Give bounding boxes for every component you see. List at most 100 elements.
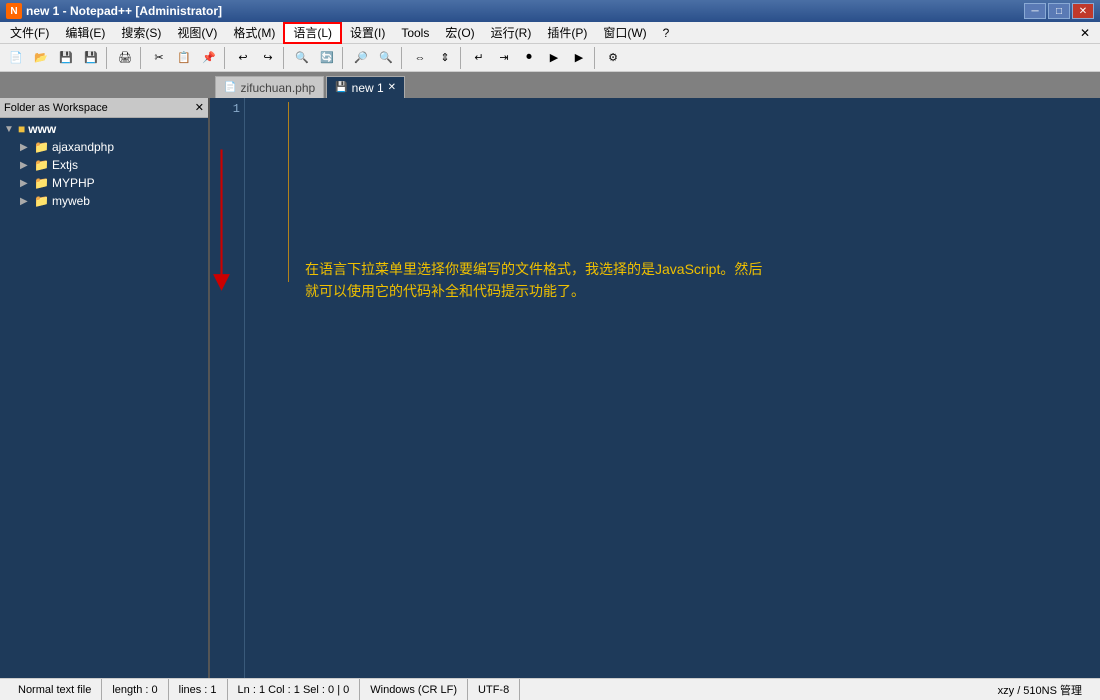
menu-plugins[interactable]: 插件(P) (539, 22, 595, 44)
toolbar-sep-1 (106, 47, 110, 69)
user-label: xzy / 510NS 管理 (998, 682, 1082, 698)
tree-item-ajaxandphp[interactable]: ▶ 📁 ajaxandphp (0, 138, 208, 156)
tab-new1[interactable]: 💾 new 1 ✕ (326, 76, 405, 98)
menu-language[interactable]: 语言(L) (283, 22, 342, 44)
status-bar: Normal text file length : 0 lines : 1 Ln… (0, 678, 1100, 700)
tree-item-myphp[interactable]: ▶ 📁 MYPHP (0, 174, 208, 192)
menu-format[interactable]: 格式(M) (225, 22, 283, 44)
save-all-button[interactable]: 💾 (79, 47, 103, 69)
editor-area[interactable]: 1 在语言下拉菜单里选择你要编写的文件格式，我选择的是JavaScript。然后… (210, 98, 1100, 678)
status-user: xzy / 510NS 管理 (988, 679, 1092, 700)
expand-icon-extjs: ▶ (20, 160, 34, 171)
main-area: Folder as Workspace ✕ ▼ ■ www ▶ 📁 ajaxan… (0, 98, 1100, 678)
editor-annotation: 在语言下拉菜单里选择你要编写的文件格式，我选择的是JavaScript。然后 就… (305, 258, 762, 303)
menu-file[interactable]: 文件(F) (2, 22, 57, 44)
annotation-line1: 在语言下拉菜单里选择你要编写的文件格式，我选择的是JavaScript。然后 (305, 258, 762, 280)
toolbar-sep-4 (283, 47, 287, 69)
tree-label-ajaxandphp: ajaxandphp (52, 140, 114, 154)
encoding-label: UTF-8 (478, 684, 509, 696)
tab-icon-new1: 💾 (335, 82, 347, 93)
sidebar-title: Folder as Workspace (4, 102, 108, 114)
tree-label-myphp: MYPHP (52, 176, 95, 190)
menu-settings[interactable]: 设置(I) (342, 22, 393, 44)
wrap-button[interactable]: ↵ (467, 47, 491, 69)
status-position: Ln : 1 Col : 1 Sel : 0 | 0 (228, 679, 361, 700)
menu-macro[interactable]: 宏(O) (437, 22, 482, 44)
title-bar-left: N new 1 - Notepad++ [Administrator] (6, 3, 222, 19)
tree-item-myweb[interactable]: ▶ 📁 myweb (0, 192, 208, 210)
toolbar-sep-8 (594, 47, 598, 69)
annotation-line2: 就可以使用它的代码补全和代码提示功能了。 (305, 280, 762, 302)
menu-run[interactable]: 运行(R) (483, 22, 540, 44)
replace-button[interactable]: 🔄 (315, 47, 339, 69)
menu-close-icon[interactable]: ✕ (1072, 24, 1098, 42)
folder-icon-extjs: 📁 (34, 158, 49, 172)
run-button[interactable]: ▶ (567, 47, 591, 69)
menu-window[interactable]: 窗口(W) (595, 22, 654, 44)
line-number-1: 1 (214, 102, 240, 116)
position-label: Ln : 1 Col : 1 Sel : 0 | 0 (238, 684, 350, 696)
status-line-ending: Windows (CR LF) (360, 679, 468, 700)
maximize-button[interactable]: □ (1048, 3, 1070, 19)
macro-play-button[interactable]: ▶ (542, 47, 566, 69)
menu-tools[interactable]: Tools (393, 22, 437, 44)
toolbar-sep-6 (401, 47, 405, 69)
print-button[interactable]: 🖨 (113, 47, 137, 69)
menu-search[interactable]: 搜索(S) (113, 22, 169, 44)
macro-rec-button[interactable]: ⏺ (517, 47, 541, 69)
lines-label: lines : 1 (179, 684, 217, 696)
menu-bar: 文件(F) 编辑(E) 搜索(S) 视图(V) 格式(M) 语言(L) 设置(I… (0, 22, 1100, 44)
folder-icon-myphp: 📁 (34, 176, 49, 190)
zoom-in-button[interactable]: 🔎 (349, 47, 373, 69)
tab-icon-zifuchuan: 📄 (224, 82, 236, 93)
indent-button[interactable]: ⇥ (492, 47, 516, 69)
toolbar-sep-7 (460, 47, 464, 69)
paste-button[interactable]: 📌 (197, 47, 221, 69)
toolbar-sep-5 (342, 47, 346, 69)
menu-view[interactable]: 视图(V) (169, 22, 225, 44)
tab-bar: 📄 zifuchuan.php 💾 new 1 ✕ (0, 72, 1100, 98)
tree-item-extjs[interactable]: ▶ 📁 Extjs (0, 156, 208, 174)
sync-h-button[interactable]: ⇔ (408, 47, 432, 69)
folder-icon-myweb: 📁 (34, 194, 49, 208)
menu-edit[interactable]: 编辑(E) (57, 22, 113, 44)
editor-content[interactable]: 在语言下拉菜单里选择你要编写的文件格式，我选择的是JavaScript。然后 就… (245, 98, 1100, 678)
open-button[interactable]: 📂 (29, 47, 53, 69)
window-controls: ─ □ ✕ (1024, 3, 1094, 19)
undo-button[interactable]: ↩ (231, 47, 255, 69)
sync-v-button[interactable]: ⇕ (433, 47, 457, 69)
tab-label-new1: new 1 (352, 81, 384, 95)
tree-item-www[interactable]: ▼ ■ www (0, 120, 208, 138)
minimize-button[interactable]: ─ (1024, 3, 1046, 19)
zoom-out-button[interactable]: 🔍 (374, 47, 398, 69)
editor-gutter: 1 在语言下拉菜单里选择你要编写的文件格式，我选择的是JavaScript。然后… (210, 98, 1100, 678)
cut-button[interactable]: ✂ (147, 47, 171, 69)
length-label: length : 0 (112, 684, 157, 696)
status-lines: lines : 1 (169, 679, 228, 700)
redo-button[interactable]: ↪ (256, 47, 280, 69)
status-encoding: UTF-8 (468, 679, 520, 700)
tree-label-extjs: Extjs (52, 158, 78, 172)
folder-icon-www: ■ (18, 122, 25, 136)
window-title: new 1 - Notepad++ [Administrator] (26, 4, 222, 18)
tab-close-new1[interactable]: ✕ (388, 82, 396, 93)
sidebar: Folder as Workspace ✕ ▼ ■ www ▶ 📁 ajaxan… (0, 98, 210, 678)
toolbar-sep-3 (224, 47, 228, 69)
toolbar: 📄 📂 💾 💾 🖨 ✂ 📋 📌 ↩ ↪ 🔍 🔄 🔎 🔍 ⇔ ⇕ ↵ ⇥ ⏺ ▶ … (0, 44, 1100, 72)
sidebar-close-button[interactable]: ✕ (195, 101, 204, 114)
find-button[interactable]: 🔍 (290, 47, 314, 69)
save-button[interactable]: 💾 (54, 47, 78, 69)
app-icon: N (6, 3, 22, 19)
expand-icon-myphp: ▶ (20, 178, 34, 189)
menu-help[interactable]: ? (655, 22, 678, 44)
copy-button[interactable]: 📋 (172, 47, 196, 69)
toolbar-sep-2 (140, 47, 144, 69)
folder-icon-ajaxandphp: 📁 (34, 140, 49, 154)
expand-icon-ajaxandphp: ▶ (20, 142, 34, 153)
line-numbers: 1 (210, 98, 245, 678)
file-type-label: Normal text file (18, 684, 91, 696)
new-button[interactable]: 📄 (4, 47, 28, 69)
tab-zifuchuan[interactable]: 📄 zifuchuan.php (215, 76, 324, 98)
close-button[interactable]: ✕ (1072, 3, 1094, 19)
extra-button[interactable]: ⚙ (601, 47, 625, 69)
